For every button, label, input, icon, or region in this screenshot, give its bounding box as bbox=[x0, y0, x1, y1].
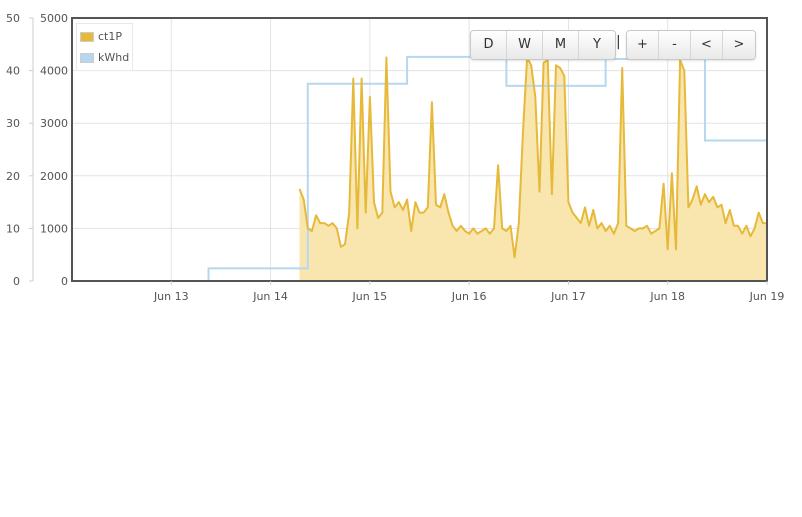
y-right-tick-label: 3000 bbox=[40, 117, 68, 130]
legend-swatch-ct1p bbox=[80, 31, 94, 42]
x-tick-label: Jun 19 bbox=[749, 290, 785, 303]
y-right-tick-label: 0 bbox=[61, 275, 68, 288]
x-tick-label: Jun 13 bbox=[153, 290, 189, 303]
pan-left-button[interactable]: < bbox=[691, 31, 723, 59]
month-button[interactable]: M bbox=[543, 31, 579, 59]
y-right-tick-label: 5000 bbox=[40, 12, 68, 25]
zoom-in-button[interactable]: + bbox=[627, 31, 659, 59]
y-left-tick-label: 10 bbox=[6, 222, 20, 235]
y-right-tick-label: 2000 bbox=[40, 170, 68, 183]
zoom-button-group: + - < > bbox=[626, 30, 756, 60]
x-tick-label: Jun 14 bbox=[252, 290, 288, 303]
legend-label-kwhd: kWhd bbox=[98, 51, 130, 64]
y-left-tick-label: 20 bbox=[6, 170, 20, 183]
legend-item-kwhd: kWhd bbox=[80, 47, 129, 68]
legend-swatch-kwhd bbox=[80, 52, 94, 63]
y-right-tick-label: 4000 bbox=[40, 65, 68, 78]
range-button-group: D W M Y bbox=[470, 30, 616, 60]
zoom-out-button[interactable]: - bbox=[659, 31, 691, 59]
pan-right-button[interactable]: > bbox=[723, 31, 755, 59]
x-tick-label: Jun 17 bbox=[550, 290, 586, 303]
y-right-tick-label: 1000 bbox=[40, 222, 68, 235]
x-tick-label: Jun 16 bbox=[451, 290, 487, 303]
chart-container: 0 10 20 30 40 50 0 1000 2000 3000 4000 5000 Jun 13… bbox=[0, 0, 802, 517]
y-axis-right: 0 1000 2000 3000 4000 5000 bbox=[40, 12, 68, 288]
x-tick-label: Jun 15 bbox=[352, 290, 388, 303]
y-left-tick-label: 0 bbox=[13, 275, 20, 288]
week-button[interactable]: W bbox=[507, 31, 543, 59]
legend-item-ct1p: ct1P bbox=[80, 26, 129, 47]
x-tick-label: Jun 18 bbox=[649, 290, 685, 303]
y-left-tick-label: 30 bbox=[6, 117, 20, 130]
day-button[interactable]: D bbox=[471, 31, 507, 59]
y-axis-left: 0 10 20 30 40 50 bbox=[6, 12, 34, 288]
year-button[interactable]: Y bbox=[579, 31, 615, 59]
y-left-tick-label: 50 bbox=[6, 12, 20, 25]
legend-label-ct1p: ct1P bbox=[98, 30, 122, 43]
legend: ct1P kWhd bbox=[76, 23, 134, 71]
x-axis: Jun 13 Jun 14 Jun 15 Jun 16 Jun 17 Jun 18 Jun … bbox=[153, 281, 784, 303]
y-left-tick-label: 40 bbox=[6, 65, 20, 78]
button-separator: | bbox=[616, 34, 621, 50]
chart: 0 10 20 30 40 50 0 1000 2000 3000 4000 5000 Jun 13… bbox=[6, 12, 784, 303]
